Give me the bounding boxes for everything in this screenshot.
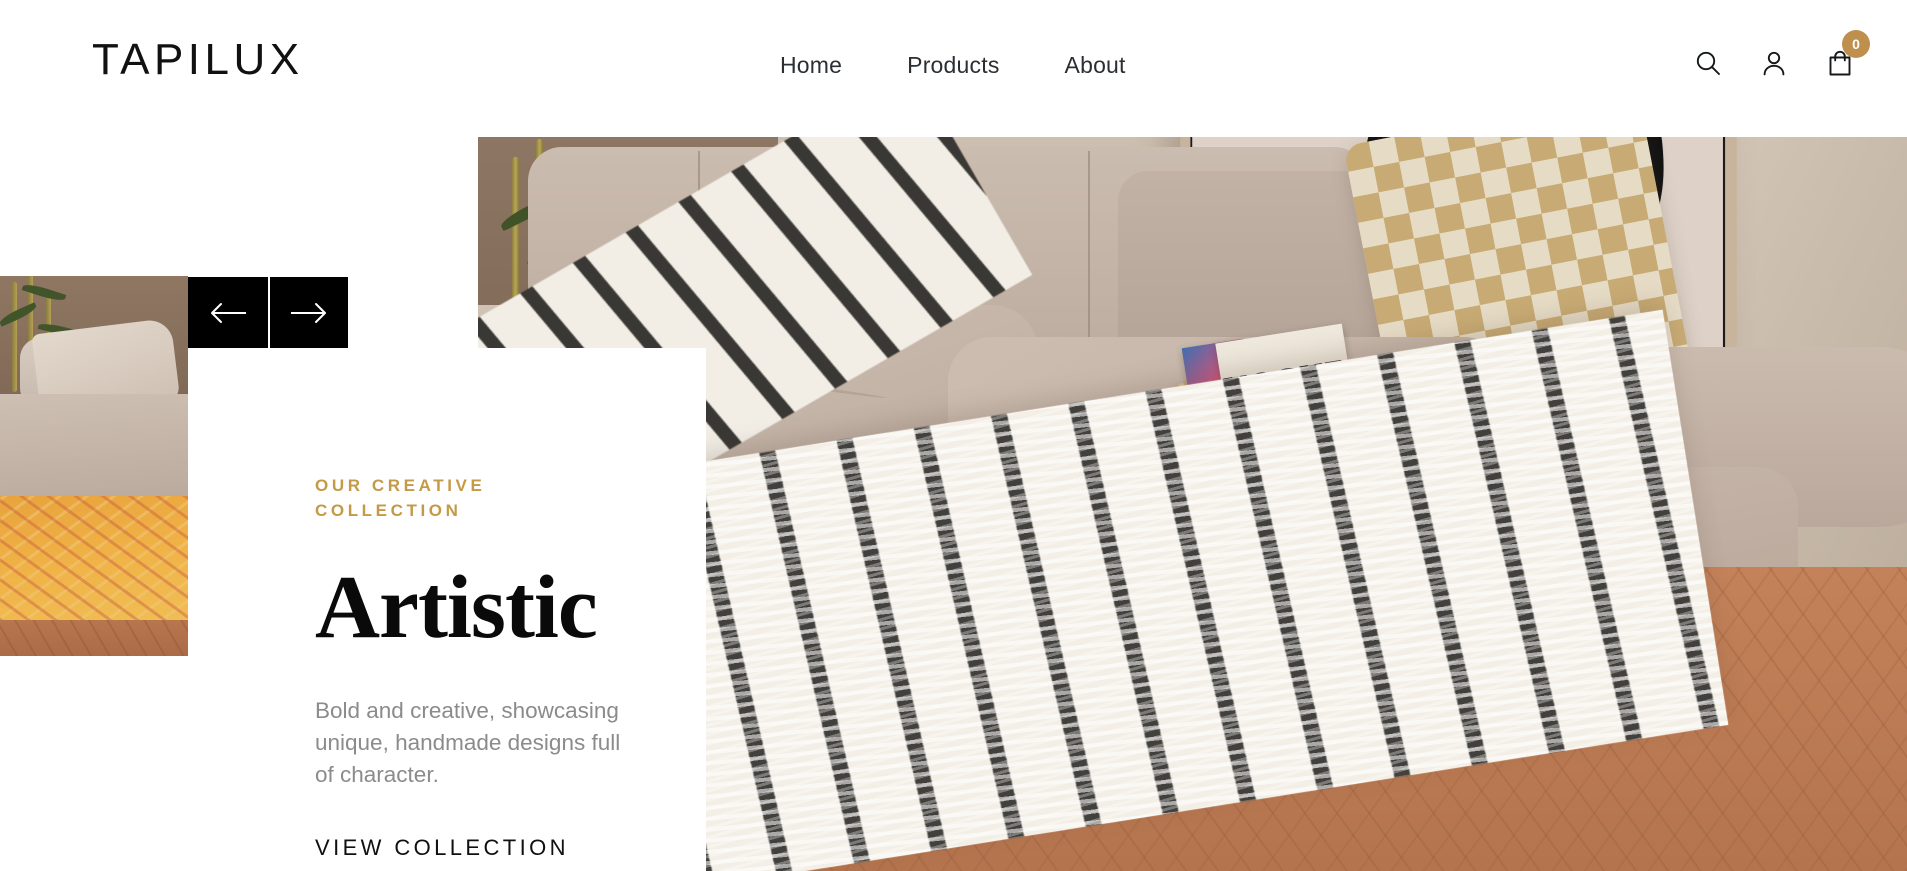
search-icon[interactable] [1693,48,1723,78]
hero-content-card: Our Creative Collection Artistic Bold an… [188,348,706,871]
main-navigation: Home Products About [780,52,1126,79]
view-collection-button[interactable]: VIEW COLLECTION [315,835,569,871]
hero-headline: Artistic [315,558,598,658]
cart-button[interactable]: 0 [1825,30,1870,78]
previous-slide-thumbnail[interactable] [0,276,188,656]
hero-eyebrow: Our Creative Collection [315,476,486,520]
carousel-next-button[interactable] [268,277,348,348]
brand-logo[interactable]: TAPILUX [92,38,304,82]
carousel-arrows [188,277,348,348]
carousel-prev-button[interactable] [188,277,268,348]
hero-carousel: VOGUE [0,137,1907,871]
site-header: TAPILUX Home Products About 0 [0,0,1907,137]
hero-description: Bold and creative, showcasing unique, ha… [315,698,621,788]
nav-item-about[interactable]: About [1065,52,1126,79]
arrow-right-icon [289,301,329,325]
header-actions: 0 [1693,30,1870,78]
arrow-left-icon [208,301,248,325]
nav-item-products[interactable]: Products [907,52,999,79]
cart-count-badge: 0 [1842,30,1870,58]
nav-item-home[interactable]: Home [780,52,842,79]
user-icon[interactable] [1759,48,1789,78]
